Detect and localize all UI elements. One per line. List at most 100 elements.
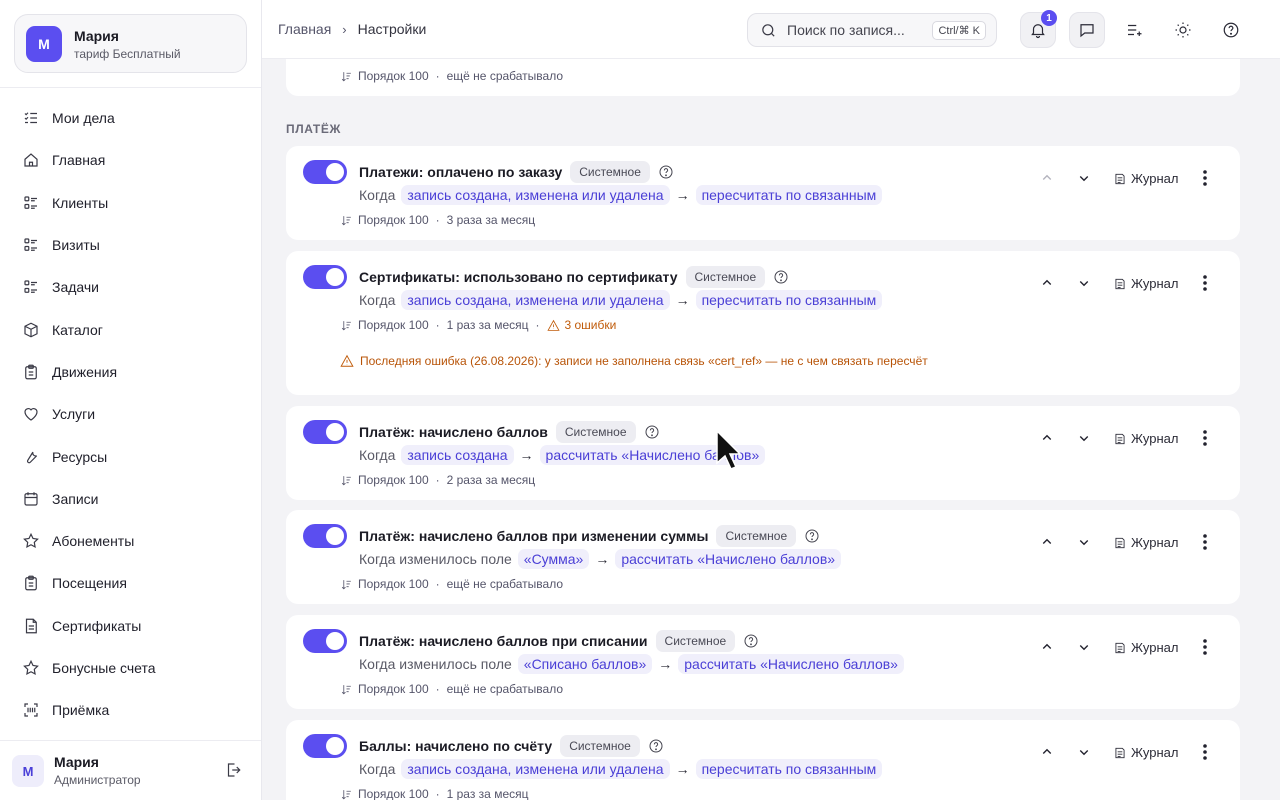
sidebar-item[interactable]: Услуги <box>0 393 261 435</box>
rule-action-chip[interactable]: пересчитать по связанным <box>695 290 883 310</box>
journal-label: Журнал <box>1131 276 1179 291</box>
more-menu-button[interactable] <box>1197 533 1213 551</box>
sidebar-item[interactable]: Ресурсы <box>0 435 261 477</box>
move-up-button[interactable] <box>1038 638 1056 656</box>
sidebar-item[interactable]: Каталог <box>0 308 261 350</box>
rule-errors-link[interactable]: 3 ошибки <box>546 318 616 332</box>
rule-trigger-chip[interactable]: запись создана, изменена или удалена <box>401 185 670 205</box>
sidebar-item[interactable]: Главная <box>0 139 261 181</box>
rule-trigger-chip[interactable]: «Сумма» <box>517 549 590 569</box>
breadcrumb-home[interactable]: Главная <box>278 21 331 37</box>
search-input[interactable]: Поиск по запися... Ctrl/⌘ K <box>747 13 997 47</box>
topbar: Главная › Настройки Поиск по запися... C… <box>262 0 1280 59</box>
move-down-button[interactable] <box>1075 169 1093 187</box>
user-profile[interactable]: М Мария Администратор <box>12 753 252 789</box>
account-plan: тариф Бесплатный <box>74 47 181 61</box>
journal-button[interactable]: Журнал <box>1113 535 1178 550</box>
help-icon[interactable] <box>804 528 820 544</box>
journal-button[interactable]: Журнал <box>1113 276 1178 291</box>
move-down-button[interactable] <box>1075 743 1093 761</box>
journal-icon <box>1113 172 1131 186</box>
help-icon[interactable] <box>658 164 674 180</box>
more-menu-button[interactable] <box>1197 169 1213 187</box>
separator-dot: · <box>435 682 440 696</box>
sidebar-item[interactable]: Задачи <box>0 266 261 308</box>
rule-title-row: Платёж: начислено баллов при изменении с… <box>359 525 820 547</box>
journal-label: Журнал <box>1131 535 1179 550</box>
help-icon[interactable] <box>773 269 789 285</box>
heart-icon <box>22 405 40 423</box>
rule-card: Платёж: начислено баллов при списании Си… <box>286 615 1240 709</box>
arrow-right-icon: → <box>595 551 610 567</box>
arrow-right-icon: → <box>675 292 690 308</box>
system-badge: Системное <box>560 735 640 757</box>
rule-description: Когда изменилось поле «Сумма» → рассчита… <box>359 549 842 569</box>
journal-button[interactable]: Журнал <box>1113 640 1178 655</box>
sidebar-item[interactable]: Мои дела <box>0 97 261 139</box>
move-down-button[interactable] <box>1075 429 1093 447</box>
rule-enabled-toggle[interactable] <box>303 524 347 548</box>
rule-action-chip[interactable]: пересчитать по связанным <box>695 185 883 205</box>
move-down-button[interactable] <box>1075 638 1093 656</box>
rule-meta: Порядок 100 · ещё не срабатывало <box>340 682 563 696</box>
sidebar-item[interactable]: Визиты <box>0 224 261 266</box>
sidebar-item-label: Визиты <box>52 237 100 254</box>
notifications-button[interactable]: 1 <box>1020 10 1057 48</box>
chevron-down-icon <box>1075 429 1093 447</box>
help-button[interactable] <box>1213 12 1249 48</box>
breadcrumb-current: Настройки <box>357 21 427 37</box>
rule-when: Когда <box>359 187 396 203</box>
move-up-button[interactable] <box>1038 274 1056 292</box>
rule-action-chip[interactable]: пересчитать по связанным <box>695 759 883 779</box>
rule-enabled-toggle[interactable] <box>303 265 347 289</box>
account-switcher[interactable]: М Мария тариф Бесплатный <box>14 14 247 73</box>
sidebar-item[interactable]: Приёмка <box>0 689 261 731</box>
journal-button[interactable]: Журнал <box>1113 431 1178 446</box>
more-menu-button[interactable] <box>1197 638 1213 656</box>
rule-trigger-chip[interactable]: запись создана <box>401 445 514 465</box>
sidebar-item-label: Записи <box>52 490 99 507</box>
separator-dot: · <box>435 318 440 332</box>
move-up-button[interactable] <box>1038 169 1056 187</box>
move-up-button[interactable] <box>1038 429 1056 447</box>
kebab-icon <box>1197 638 1213 656</box>
help-icon[interactable] <box>743 633 759 649</box>
help-icon[interactable] <box>648 738 664 754</box>
add-to-list-button[interactable] <box>1116 12 1152 48</box>
messages-button[interactable] <box>1069 12 1105 48</box>
move-up-button[interactable] <box>1038 533 1056 551</box>
rule-trigger-chip[interactable]: запись создана, изменена или удалена <box>401 290 670 310</box>
sidebar-item[interactable]: Клиенты <box>0 182 261 224</box>
sidebar-item[interactable]: Абонементы <box>0 520 261 562</box>
sidebar-item[interactable]: Сертификаты <box>0 605 261 647</box>
help-icon[interactable] <box>644 424 660 440</box>
rule-action-chip[interactable]: рассчитать «Начислено баллов» <box>678 654 904 674</box>
rule-enabled-toggle[interactable] <box>303 420 347 444</box>
rule-action-chip[interactable]: рассчитать «Начислено баллов» <box>615 549 842 569</box>
separator-dot: · <box>435 787 440 800</box>
rule-enabled-toggle[interactable] <box>303 629 347 653</box>
rule-trigger-chip[interactable]: запись создана, изменена или удалена <box>401 759 670 779</box>
move-up-button[interactable] <box>1038 743 1056 761</box>
more-menu-button[interactable] <box>1197 274 1213 292</box>
move-down-button[interactable] <box>1075 274 1093 292</box>
sidebar-item[interactable]: Бонусные счета <box>0 647 261 689</box>
rule-title: Платежи: оплачено по заказу <box>359 164 563 180</box>
rule-enabled-toggle[interactable] <box>303 734 347 758</box>
rule-title-row: Платежи: оплачено по заказу Системное <box>359 161 674 183</box>
journal-button[interactable]: Журнал <box>1113 745 1178 760</box>
journal-button[interactable]: Журнал <box>1113 171 1178 186</box>
sidebar-item[interactable]: Записи <box>0 478 261 520</box>
logout-icon[interactable] <box>224 761 242 779</box>
more-menu-button[interactable] <box>1197 429 1213 447</box>
sidebar-item[interactable]: Движения <box>0 351 261 393</box>
calendar-icon <box>22 490 40 508</box>
rule-trigger-chip[interactable]: «Списано баллов» <box>517 654 653 674</box>
sidebar-item[interactable]: Посещения <box>0 562 261 604</box>
chevron-up-icon <box>1038 533 1056 551</box>
rule-enabled-toggle[interactable] <box>303 160 347 184</box>
more-menu-button[interactable] <box>1197 743 1213 761</box>
move-down-button[interactable] <box>1075 533 1093 551</box>
theme-toggle-button[interactable] <box>1165 12 1201 48</box>
wrench-icon <box>22 448 40 466</box>
